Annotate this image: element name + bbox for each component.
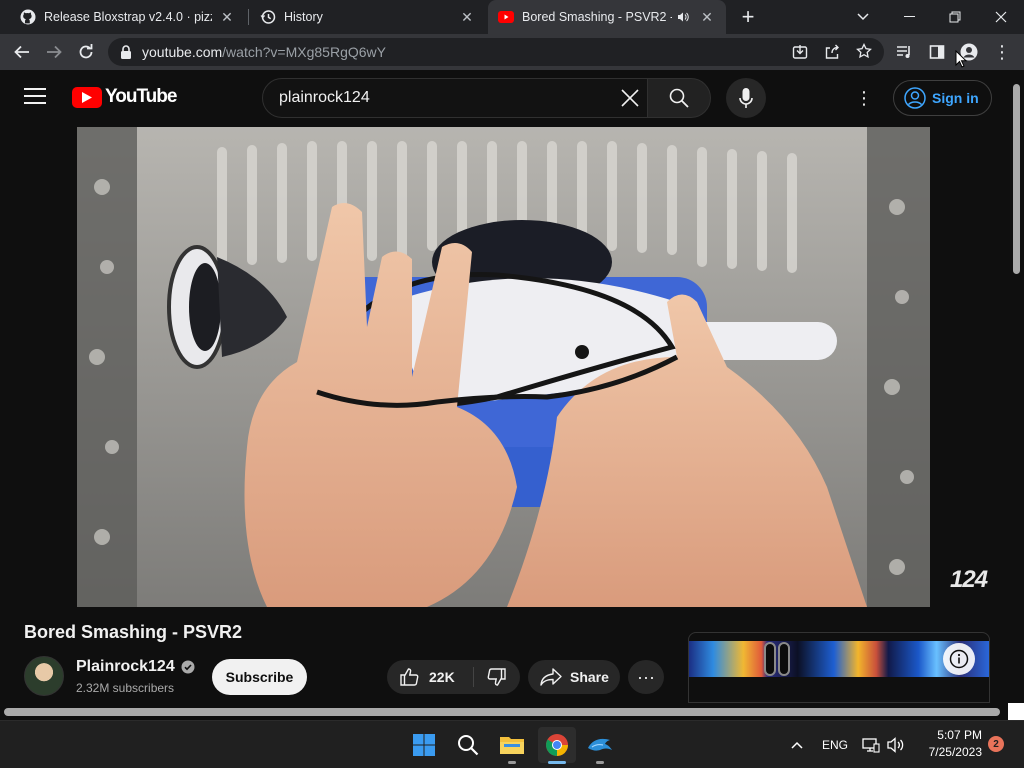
search-input[interactable]: plainrock124 <box>262 78 648 118</box>
like-dislike-group: 22K <box>387 660 520 694</box>
back-button[interactable] <box>10 40 34 64</box>
show-hidden-icons[interactable] <box>788 721 806 768</box>
tab-history[interactable]: History ✕ <box>250 0 486 34</box>
browser-toolbar: youtube.com/watch?v=MXg85RgQ6wY ⋮ <box>0 34 1024 70</box>
language-indicator[interactable]: ENG <box>822 721 848 768</box>
thumbs-up-icon <box>399 667 429 687</box>
dislike-button[interactable] <box>474 660 520 694</box>
share-page-icon[interactable] <box>824 44 840 60</box>
close-icon[interactable]: ✕ <box>458 8 476 26</box>
tab-title: History <box>284 10 323 24</box>
windows-taskbar: ENG 5:07 PM 7/25/2023 <box>0 720 1024 768</box>
forward-button[interactable] <box>42 40 66 64</box>
youtube-header: YouTube plainrock124 ⋮ Sign in <box>0 70 1024 126</box>
history-icon <box>260 9 276 25</box>
reload-button[interactable] <box>74 40 98 64</box>
running-indicator <box>508 761 516 764</box>
settings-menu-icon[interactable]: ⋮ <box>852 86 876 110</box>
channel-name: Plainrock124 <box>76 658 175 675</box>
lock-icon[interactable] <box>120 45 132 59</box>
video-watermark: 124 <box>950 566 988 593</box>
notification-badge[interactable]: 2 <box>988 736 1004 752</box>
subscriber-count: 2.32M subscribers <box>76 681 175 695</box>
close-icon[interactable]: ✕ <box>218 8 236 26</box>
mouse-cursor-icon <box>955 49 968 73</box>
restore-button[interactable] <box>932 0 978 34</box>
address-bar[interactable]: youtube.com/watch?v=MXg85RgQ6wY <box>108 38 884 66</box>
search-icon <box>669 88 689 108</box>
like-count: 22K <box>429 669 455 685</box>
tab-youtube-video[interactable]: Bored Smashing - PSVR2 - Yo ✕ <box>488 0 726 34</box>
search-button[interactable] <box>647 78 711 118</box>
share-arrow-icon <box>540 668 570 686</box>
active-indicator <box>548 761 566 764</box>
video-player[interactable] <box>77 127 930 607</box>
account-icon <box>904 87 926 109</box>
chrome-menu-icon[interactable]: ⋮ <box>990 40 1014 64</box>
tab-strip: Release Bloxstrap v2.4.0 · pizzabo ✕ His… <box>0 0 1024 34</box>
voice-search-button[interactable] <box>726 78 766 118</box>
video-title: Bored Smashing - PSVR2 <box>24 622 243 642</box>
clear-search-icon[interactable] <box>618 86 642 110</box>
scrollbar-thumb[interactable] <box>4 708 1000 716</box>
dolphin-emulator-icon[interactable] <box>584 729 616 761</box>
youtube-logo[interactable]: YouTube <box>72 86 177 108</box>
minimize-button[interactable] <box>886 0 932 34</box>
network-icon[interactable] <box>862 721 880 768</box>
tab-separator <box>248 9 249 25</box>
taskbar-search-icon[interactable] <box>452 729 484 761</box>
scrollbar-thumb[interactable] <box>1013 84 1020 274</box>
sign-in-button[interactable]: Sign in <box>893 80 992 116</box>
clock-time: 5:07 PM <box>937 728 982 742</box>
verified-check-icon <box>181 660 195 674</box>
media-control-icon[interactable] <box>893 40 917 64</box>
share-label: Share <box>570 669 609 685</box>
windows-start-icon[interactable] <box>408 729 440 761</box>
vertical-scrollbar[interactable] <box>1008 70 1024 710</box>
channel-avatar[interactable] <box>24 656 64 696</box>
chrome-taskbar-icon[interactable] <box>538 727 576 763</box>
share-button[interactable]: Share <box>528 660 620 694</box>
like-button[interactable]: 22K <box>387 660 473 694</box>
more-actions-icon[interactable]: ··· <box>628 660 664 694</box>
clock-date: 7/25/2023 <box>928 745 982 759</box>
horizontal-scrollbar[interactable] <box>0 703 1008 720</box>
thumbs-down-icon <box>487 667 507 687</box>
youtube-icon <box>498 9 514 25</box>
github-icon <box>20 9 36 25</box>
running-indicator <box>596 761 604 764</box>
video-frame <box>77 127 930 607</box>
close-window-button[interactable] <box>978 0 1024 34</box>
volume-icon[interactable] <box>887 721 905 768</box>
channel-name-link[interactable]: Plainrock124 <box>76 658 195 676</box>
tab-title: Release Bloxstrap v2.4.0 · pizzabo <box>44 10 212 24</box>
scrollbar-corner <box>1008 703 1024 720</box>
url-path: /watch?v=MXg85RgQ6wY <box>222 44 386 60</box>
file-explorer-icon[interactable] <box>496 729 528 761</box>
subscribe-button[interactable]: Subscribe <box>212 659 307 695</box>
new-tab-button[interactable]: + <box>736 4 760 29</box>
bookmark-star-icon[interactable] <box>856 43 872 59</box>
speaker-icon[interactable] <box>674 8 692 26</box>
taskbar-clock[interactable]: 5:07 PM 7/25/2023 <box>912 727 982 761</box>
url-host: youtube.com <box>142 44 223 60</box>
youtube-play-icon <box>72 86 102 108</box>
tab-search-icon[interactable] <box>840 0 886 34</box>
side-panel-icon[interactable] <box>925 40 949 64</box>
youtube-logo-text: YouTube <box>105 86 177 107</box>
info-icon[interactable] <box>943 643 975 675</box>
microphone-icon <box>739 88 753 108</box>
tab-github-release[interactable]: Release Bloxstrap v2.4.0 · pizzabo ✕ <box>0 0 246 34</box>
close-icon[interactable]: ✕ <box>698 8 716 26</box>
tab-title: Bored Smashing - PSVR2 - Yo <box>522 10 672 24</box>
ad-banner[interactable] <box>688 632 990 703</box>
sign-in-label: Sign in <box>932 90 979 106</box>
install-app-icon[interactable] <box>792 44 808 60</box>
hamburger-menu-icon[interactable] <box>24 88 46 106</box>
